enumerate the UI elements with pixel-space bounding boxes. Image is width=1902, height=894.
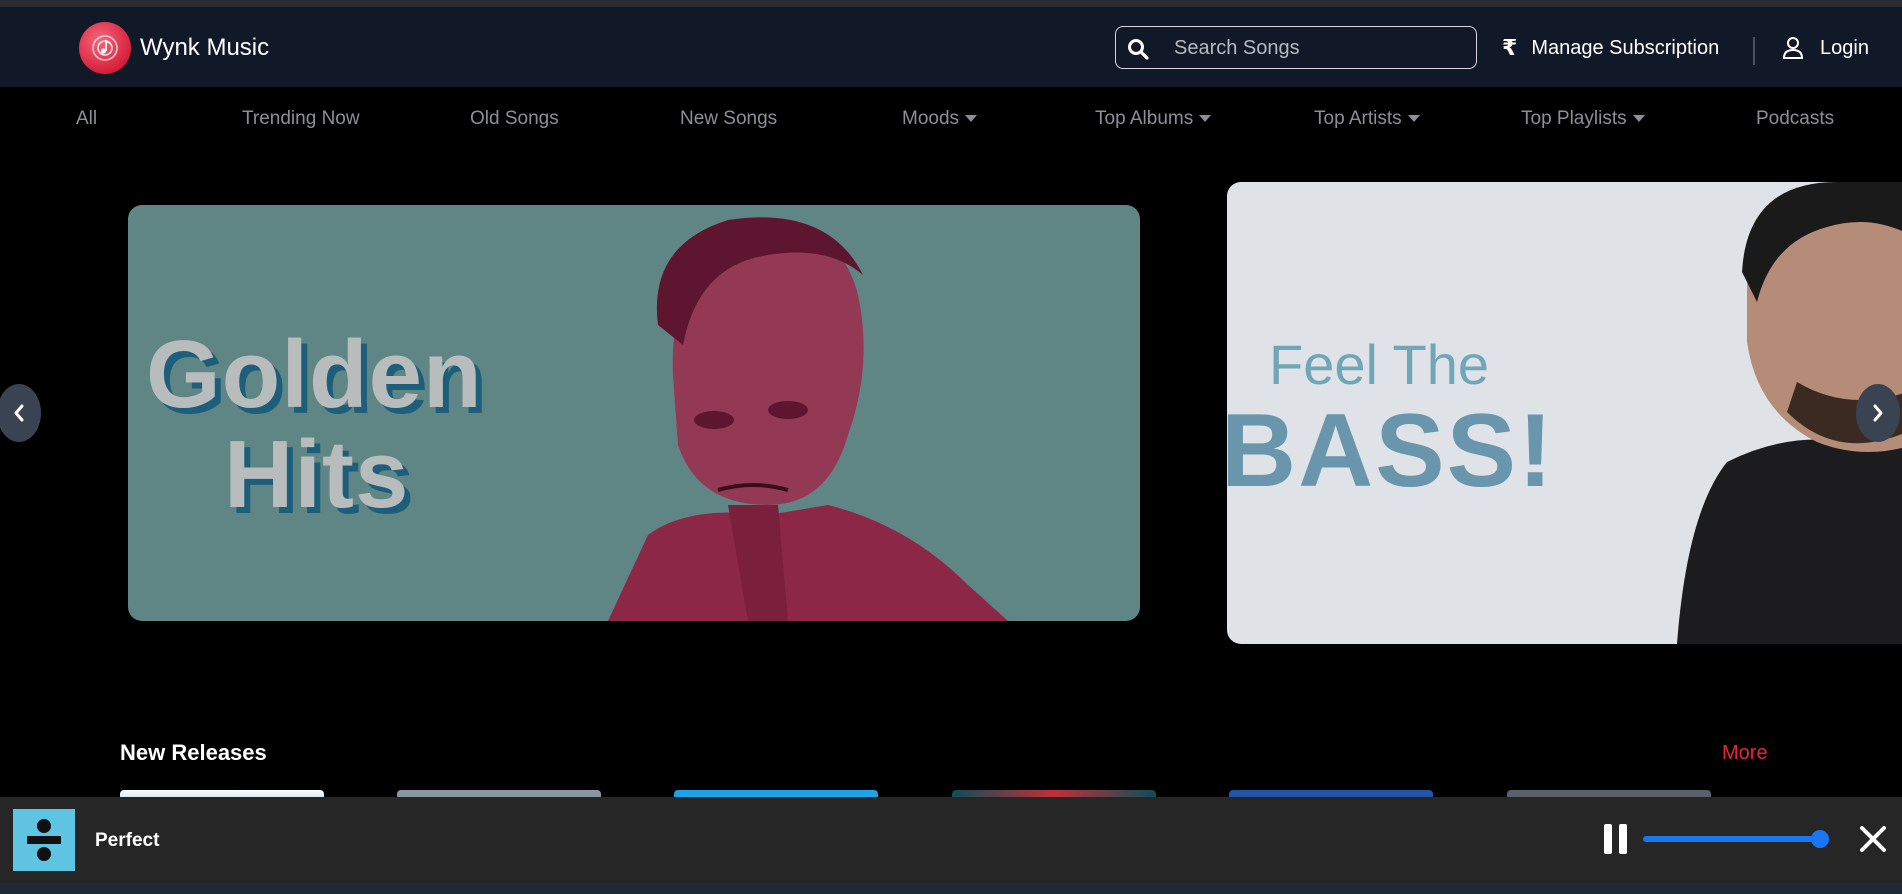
nav-item-trending-now[interactable]: Trending Now xyxy=(242,108,360,130)
pause-icon xyxy=(1604,824,1612,854)
chevron-right-icon xyxy=(1873,404,1883,422)
nav-label: Top Playlists xyxy=(1521,108,1627,129)
carousel-next-button[interactable] xyxy=(1856,384,1900,442)
pause-icon-bar xyxy=(1619,824,1627,854)
login-button[interactable]: Login xyxy=(1782,33,1869,63)
nav-label: New Songs xyxy=(680,108,778,129)
banner-title-line2: Hits xyxy=(224,421,410,528)
rupee-icon: ₹ xyxy=(1502,35,1518,60)
search-box[interactable] xyxy=(1115,26,1477,69)
nav-item-top-playlists[interactable]: Top Playlists xyxy=(1521,108,1645,130)
manage-subscription-label: Manage Subscription xyxy=(1531,36,1720,59)
search-icon xyxy=(1128,39,1149,60)
more-link[interactable]: More xyxy=(1722,742,1768,765)
caret-down-icon xyxy=(965,115,978,123)
now-playing-title: Perfect xyxy=(95,830,160,851)
divide-symbol-art xyxy=(27,819,61,861)
nav-item-all[interactable]: All xyxy=(76,108,97,130)
nav-label: Top Albums xyxy=(1095,108,1194,129)
banner-golden-hits[interactable]: Golden Hits xyxy=(128,205,1140,621)
category-nav: All Trending Now Old Songs New Songs Moo… xyxy=(0,87,1902,149)
chevron-left-icon xyxy=(14,404,24,422)
nav-item-old-songs[interactable]: Old Songs xyxy=(470,108,559,130)
bottom-strip xyxy=(0,883,1902,894)
caret-down-icon xyxy=(1632,115,1645,123)
volume-slider-track[interactable] xyxy=(1643,836,1823,842)
wynk-logo[interactable] xyxy=(79,22,131,74)
volume-slider-knob[interactable] xyxy=(1811,830,1829,848)
section-title-new-releases: New Releases xyxy=(120,740,267,765)
nav-label: All xyxy=(76,108,98,129)
pause-button[interactable] xyxy=(1604,824,1628,854)
banner-title-line1: Feel The xyxy=(1269,333,1489,396)
user-icon xyxy=(1782,37,1804,59)
header-divider xyxy=(1753,37,1755,65)
close-icon[interactable] xyxy=(1858,824,1888,854)
carousel-prev-button[interactable] xyxy=(0,384,41,442)
banner-title-line1: Golden xyxy=(146,321,483,428)
banner-title: Golden Hits xyxy=(146,325,483,525)
caret-down-icon xyxy=(1407,115,1420,123)
nav-label: Old Songs xyxy=(470,108,559,129)
caret-down-icon xyxy=(1199,115,1212,123)
banner-feel-the-bass[interactable]: Feel The BASS! xyxy=(1227,182,1902,644)
nav-label: Trending Now xyxy=(242,108,360,129)
nav-item-new-songs[interactable]: New Songs xyxy=(680,108,777,130)
nav-label: Podcasts xyxy=(1756,108,1835,129)
nav-item-podcasts[interactable]: Podcasts xyxy=(1756,108,1834,130)
mini-player: Perfect xyxy=(0,797,1902,883)
nav-label: Moods xyxy=(902,108,960,129)
nav-item-top-artists[interactable]: Top Artists xyxy=(1314,108,1420,130)
manage-subscription-button[interactable]: ₹ Manage Subscription xyxy=(1502,33,1719,63)
top-header: Wynk Music ₹ Manage Subscription Login xyxy=(0,7,1902,87)
nav-item-moods[interactable]: Moods xyxy=(902,108,978,130)
music-note-icon xyxy=(92,35,118,61)
nav-item-top-albums[interactable]: Top Albums xyxy=(1095,108,1212,130)
brand-name[interactable]: Wynk Music xyxy=(140,34,269,62)
search-input[interactable] xyxy=(1174,33,1464,63)
browser-top-strip xyxy=(0,0,1902,7)
nav-label: Top Artists xyxy=(1314,108,1402,129)
banner-title-line2: BASS! xyxy=(1227,393,1555,509)
album-cover[interactable] xyxy=(13,809,75,871)
login-label: Login xyxy=(1820,36,1869,59)
